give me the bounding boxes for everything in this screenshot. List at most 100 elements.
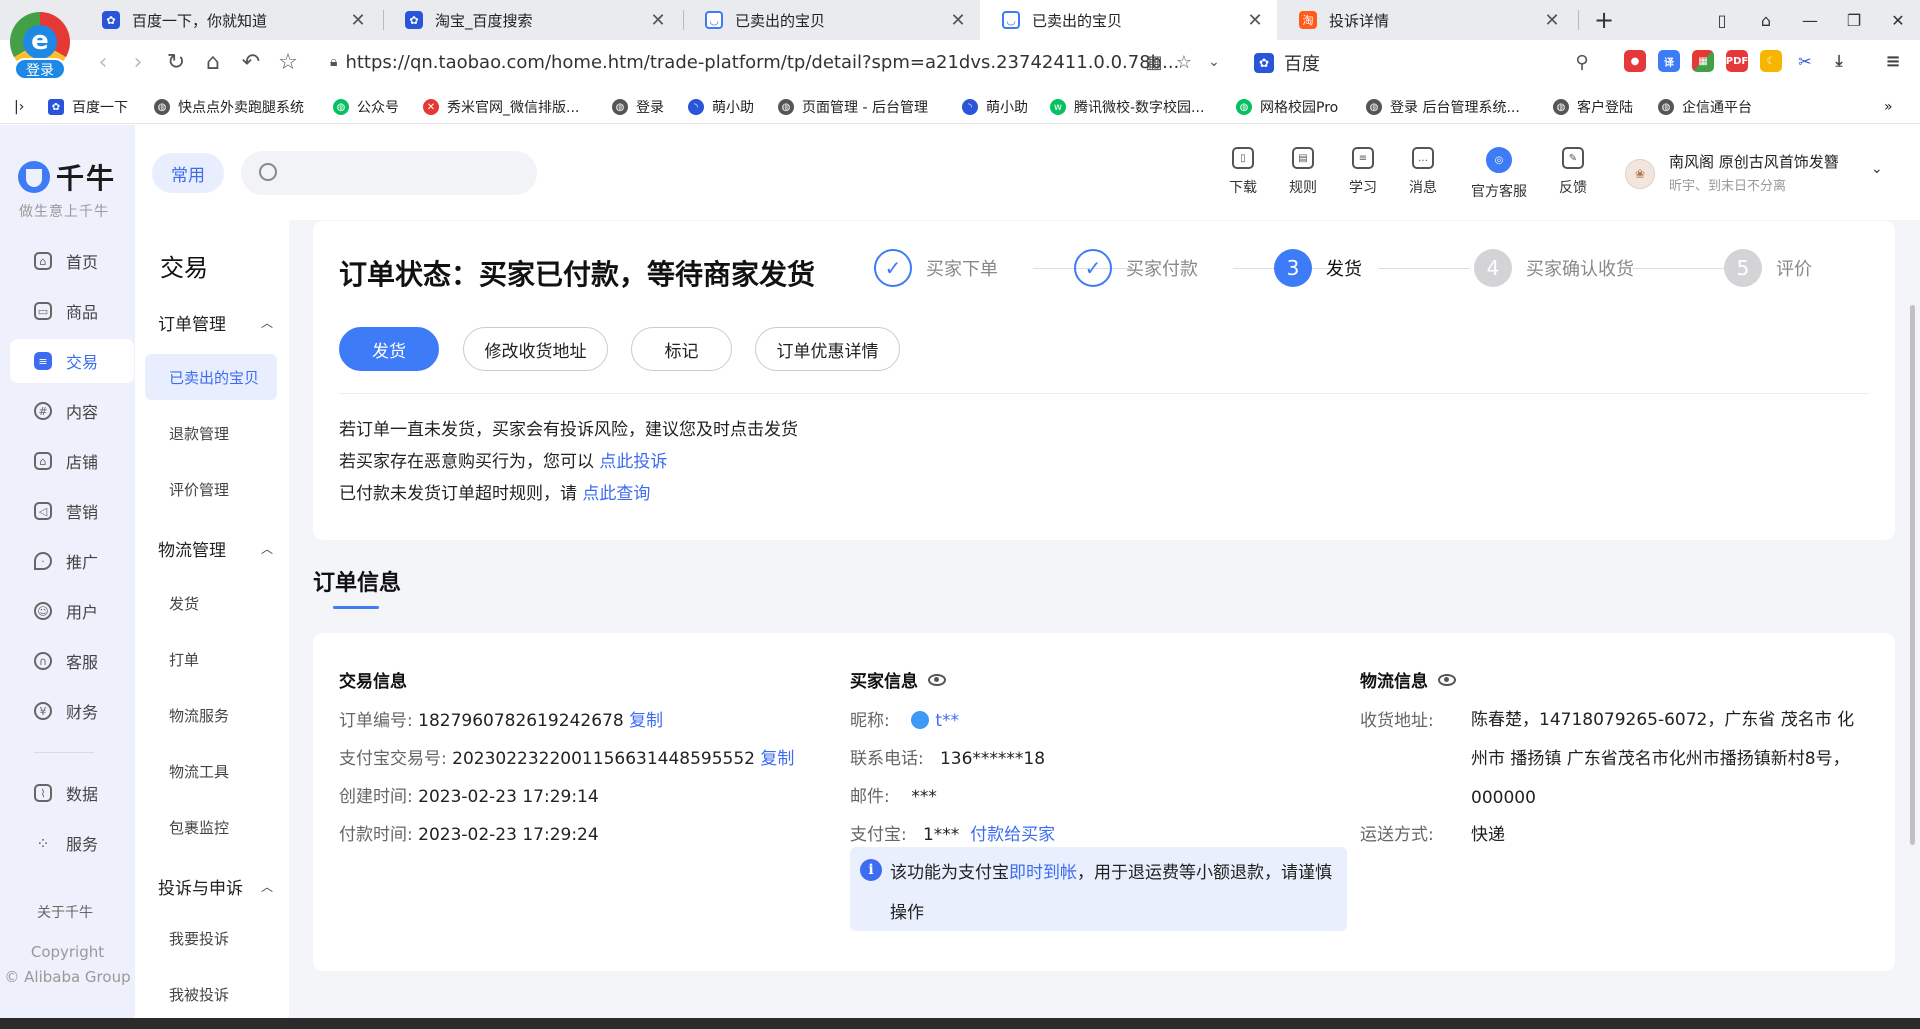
subnav-item-review[interactable]: 评价管理	[145, 466, 277, 512]
bookmark-item[interactable]: ◝ 萌小助	[688, 96, 754, 118]
forward-icon[interactable]: ›	[125, 49, 151, 75]
global-search-input[interactable]	[241, 151, 537, 195]
subnav-item-sold[interactable]: 已卖出的宝贝	[145, 354, 277, 400]
eye-icon[interactable]	[928, 673, 946, 686]
sidebar-item-trade[interactable]: ≡ 交易	[10, 339, 134, 383]
skin-icon[interactable]: ⌂	[1744, 0, 1788, 40]
bookmark-item[interactable]: ◍ 快点点外卖跑腿系统	[154, 96, 304, 118]
common-shortcut-button[interactable]: 常用	[152, 153, 224, 193]
extension-icon[interactable]: ●	[1624, 50, 1646, 72]
tab-list-icon[interactable]: ▯	[1700, 0, 1744, 40]
search-engine-selector[interactable]: ✿ 百度	[1254, 50, 1320, 76]
sidebar-item-marketing[interactable]: ◁ 营销	[10, 489, 134, 533]
tool-official-support[interactable]: ◎ 官方客服	[1469, 147, 1529, 201]
bookmark-item[interactable]: ◍ 网格校园Pro	[1236, 96, 1338, 118]
subnav-item-logistics-tools[interactable]: 物流工具	[145, 748, 277, 794]
subnav-item-print[interactable]: 打单	[145, 636, 277, 682]
sidebar-item-services[interactable]: ⁘ 服务	[10, 821, 134, 865]
browser-tab[interactable]: ✿ 百度一下，你就知道 ✕	[80, 0, 380, 40]
close-icon[interactable]: ✕	[948, 10, 968, 31]
buyer-nick[interactable]: t**	[935, 711, 959, 731]
url-field[interactable]: 🔒︎ https://qn.taobao.com/home.htm/trade-…	[330, 50, 1179, 74]
minimize-icon[interactable]: —	[1788, 0, 1832, 40]
query-rule-link[interactable]: 点此查询	[582, 484, 650, 504]
wangwang-chat-icon[interactable]	[911, 711, 930, 729]
copy-alipay-number-link[interactable]: 复制	[760, 749, 794, 769]
bookmark-item[interactable]: ◍ 企信通平台	[1658, 96, 1752, 118]
qr-code-icon[interactable]: ▦	[1142, 50, 1166, 74]
back-icon[interactable]: ‹	[90, 49, 116, 75]
more-bookmarks-button[interactable]: »	[1884, 96, 1893, 118]
bookmark-item[interactable]: ◍ 页面管理 - 后台管理	[778, 96, 928, 118]
complain-link[interactable]: 点此投诉	[599, 452, 667, 472]
sidebar-item-home[interactable]: ⌂ 首页	[10, 239, 134, 283]
reload-icon[interactable]: ↻	[163, 49, 189, 75]
bookmark-item[interactable]: ✿ 百度一下	[48, 96, 128, 118]
tool-learn[interactable]: ≡ 学习	[1333, 147, 1393, 197]
bookmark-item[interactable]: ◍ 公众号	[333, 96, 399, 118]
bookmark-item[interactable]: ◍ 客户登陆	[1553, 96, 1633, 118]
translate-icon[interactable]: 译	[1658, 50, 1680, 72]
night-mode-icon[interactable]: ☾	[1760, 50, 1782, 72]
download-arrow-icon[interactable]: ⤓	[1828, 50, 1850, 72]
subnav-item-complained-against[interactable]: 我被投诉	[145, 971, 277, 1017]
sidebar-item-finance[interactable]: ¥ 财务	[10, 689, 134, 733]
browser-login-badge[interactable]: 登录	[14, 58, 66, 80]
tool-download[interactable]: ▯ 下载	[1213, 147, 1273, 197]
subnav-item-file-complaint[interactable]: 我要投诉	[145, 915, 277, 961]
bookmark-item[interactable]: w 腾讯微校-数字校园...	[1050, 96, 1204, 118]
menu-icon[interactable]: ≡	[1882, 50, 1904, 72]
restore-icon[interactable]: ❐	[1832, 0, 1876, 40]
sidebar-item-users[interactable]: ☺ 用户	[10, 589, 134, 633]
about-qianniu-link[interactable]: 关于千牛	[37, 902, 93, 922]
sidebar-item-shop[interactable]: ⌂ 店铺	[10, 439, 134, 483]
browser-tab[interactable]: 淘 投诉详情 ✕	[1277, 0, 1574, 40]
mark-button[interactable]: 标记	[631, 327, 732, 371]
sidebar-item-promotion[interactable]: · 推广	[10, 539, 134, 583]
sidebar-item-content[interactable]: # 内容	[10, 389, 134, 433]
chevron-down-icon[interactable]: ⌄	[1202, 50, 1226, 74]
home-page-icon[interactable]: ⌂	[200, 49, 226, 75]
subnav-item-package-monitor[interactable]: 包裹监控	[145, 804, 277, 850]
browser-logo[interactable]: e 登录	[8, 12, 72, 80]
sidebar-item-service[interactable]: ∩ 客服	[10, 639, 134, 683]
bookmark-item[interactable]: ✕ 秀米官网_微信排版...	[423, 96, 579, 118]
bookmark-item[interactable]: ◍ 登录 后台管理系统...	[1366, 96, 1520, 118]
favorite-star-icon[interactable]: ☆	[275, 49, 301, 75]
edit-address-button[interactable]: 修改收货地址	[463, 327, 608, 371]
instant-transfer-link[interactable]: 即时到帐	[1009, 863, 1077, 883]
browser-tab[interactable]: ✿ 淘宝_百度搜索 ✕	[383, 0, 680, 40]
close-icon[interactable]: ✕	[1542, 10, 1562, 31]
sidebar-item-goods[interactable]: ▭ 商品	[10, 289, 134, 333]
sidebar-toggle-icon[interactable]: |›	[14, 96, 24, 118]
close-icon[interactable]: ✕	[648, 10, 668, 31]
pdf-icon[interactable]: PDF	[1726, 50, 1748, 72]
close-icon[interactable]: ✕	[1245, 10, 1265, 31]
apps-icon[interactable]: ▦	[1692, 50, 1714, 72]
undo-icon[interactable]: ↶	[238, 49, 264, 75]
browser-tab[interactable]: ◡ 已卖出的宝贝 ✕	[683, 0, 980, 40]
tool-rules[interactable]: ▤ 规则	[1273, 147, 1333, 197]
close-window-icon[interactable]: ✕	[1876, 0, 1920, 40]
browser-tab-active[interactable]: ◡ 已卖出的宝贝 ✕	[980, 0, 1277, 40]
bookmark-item[interactable]: ◝ 萌小助	[962, 96, 1028, 118]
new-tab-button[interactable]: +	[1582, 0, 1626, 40]
copy-order-number-link[interactable]: 复制	[629, 711, 663, 731]
subnav-item-logistics-service[interactable]: 物流服务	[145, 692, 277, 738]
scissors-icon[interactable]: ✂	[1794, 50, 1816, 72]
pay-buyer-link[interactable]: 付款给买家	[970, 825, 1055, 845]
subnav-item-refund[interactable]: 退款管理	[145, 410, 277, 456]
bookmark-star-icon[interactable]: ☆	[1172, 50, 1196, 74]
bookmark-item[interactable]: ◍ 登录	[612, 96, 664, 118]
subnav-item-ship[interactable]: 发货	[145, 580, 277, 626]
eye-icon[interactable]	[1438, 673, 1456, 686]
search-icon[interactable]: ⚲	[1570, 50, 1594, 74]
sidebar-item-data[interactable]: ⌇ 数据	[10, 771, 134, 815]
tool-feedback[interactable]: ✎ 反馈	[1543, 147, 1603, 197]
close-icon[interactable]: ✕	[348, 10, 368, 31]
scrollbar-thumb[interactable]	[1910, 305, 1915, 845]
ship-button[interactable]: 发货	[339, 327, 439, 371]
qianniu-logo[interactable]: 千牛	[18, 157, 116, 197]
group-logistics-management[interactable]: 物流管理 ︿	[158, 536, 273, 561]
tool-messages[interactable]: … 消息	[1393, 147, 1453, 197]
